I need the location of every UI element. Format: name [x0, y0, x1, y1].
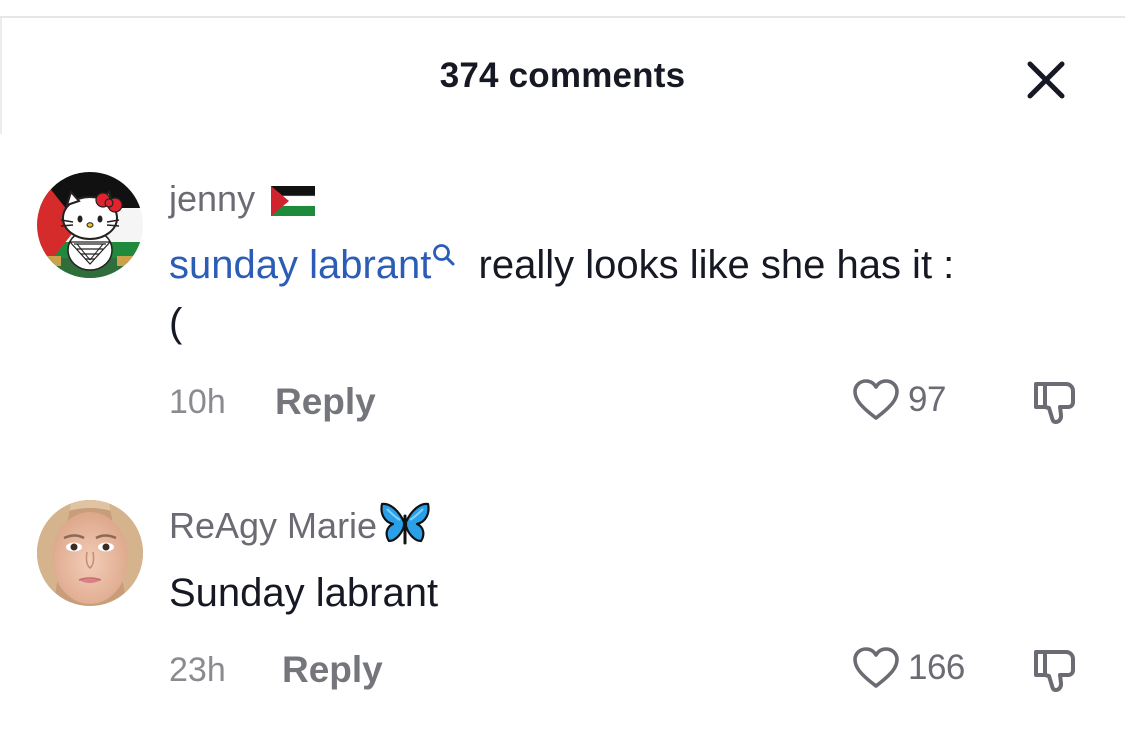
search-icon — [433, 244, 455, 266]
like-button[interactable]: 97 — [852, 378, 946, 422]
comment-text: Sunday labrant — [169, 571, 439, 615]
mention-link[interactable]: sunday labrant — [169, 243, 467, 287]
palestine-flag-icon — [271, 186, 316, 216]
comment-timestamp: 10h — [169, 383, 226, 421]
thumbs-down-icon — [1034, 382, 1075, 424]
heart-outline-icon — [853, 379, 899, 420]
heart-outline-icon — [853, 647, 899, 688]
comment-text: sunday labrant really looks like she has… — [169, 236, 1094, 352]
avatar[interactable] — [37, 172, 143, 278]
comment-timestamp: 23h — [169, 651, 226, 689]
close-button[interactable] — [1024, 58, 1068, 102]
mention-text: sunday labrant — [169, 243, 432, 287]
top-divider — [0, 16, 1125, 18]
like-button[interactable]: 166 — [852, 646, 965, 690]
comment-body-text-cont: ( — [169, 301, 183, 345]
like-count: 97 — [908, 380, 946, 419]
blue-butterfly-icon — [380, 502, 430, 545]
comments-sheet: 374 comments jenny sunday labrant really… — [0, 0, 1125, 729]
comment-username[interactable]: ReAgy Marie — [169, 502, 431, 547]
comment-username[interactable]: jenny — [169, 178, 316, 220]
like-count: 166 — [908, 648, 965, 687]
comment-body-text: really looks like she has it : — [467, 243, 955, 287]
reply-button[interactable]: Reply — [282, 649, 383, 691]
comments-count-title: 374 comments — [439, 56, 686, 95]
username-text: jenny — [169, 178, 256, 219]
dislike-button[interactable] — [1030, 380, 1078, 426]
hello-kitty-keffiyeh-avatar — [37, 172, 143, 278]
avatar[interactable] — [37, 500, 143, 606]
close-icon — [1027, 61, 1065, 99]
comment-item: ReAgy Marie Sunday labrant 23h Reply 166 — [0, 0, 1125, 729]
reply-button[interactable]: Reply — [275, 381, 376, 423]
selfie-avatar — [37, 500, 143, 606]
thumbs-down-icon — [1034, 650, 1075, 692]
dislike-button[interactable] — [1030, 648, 1078, 694]
username-text: ReAgy Marie — [169, 505, 378, 546]
